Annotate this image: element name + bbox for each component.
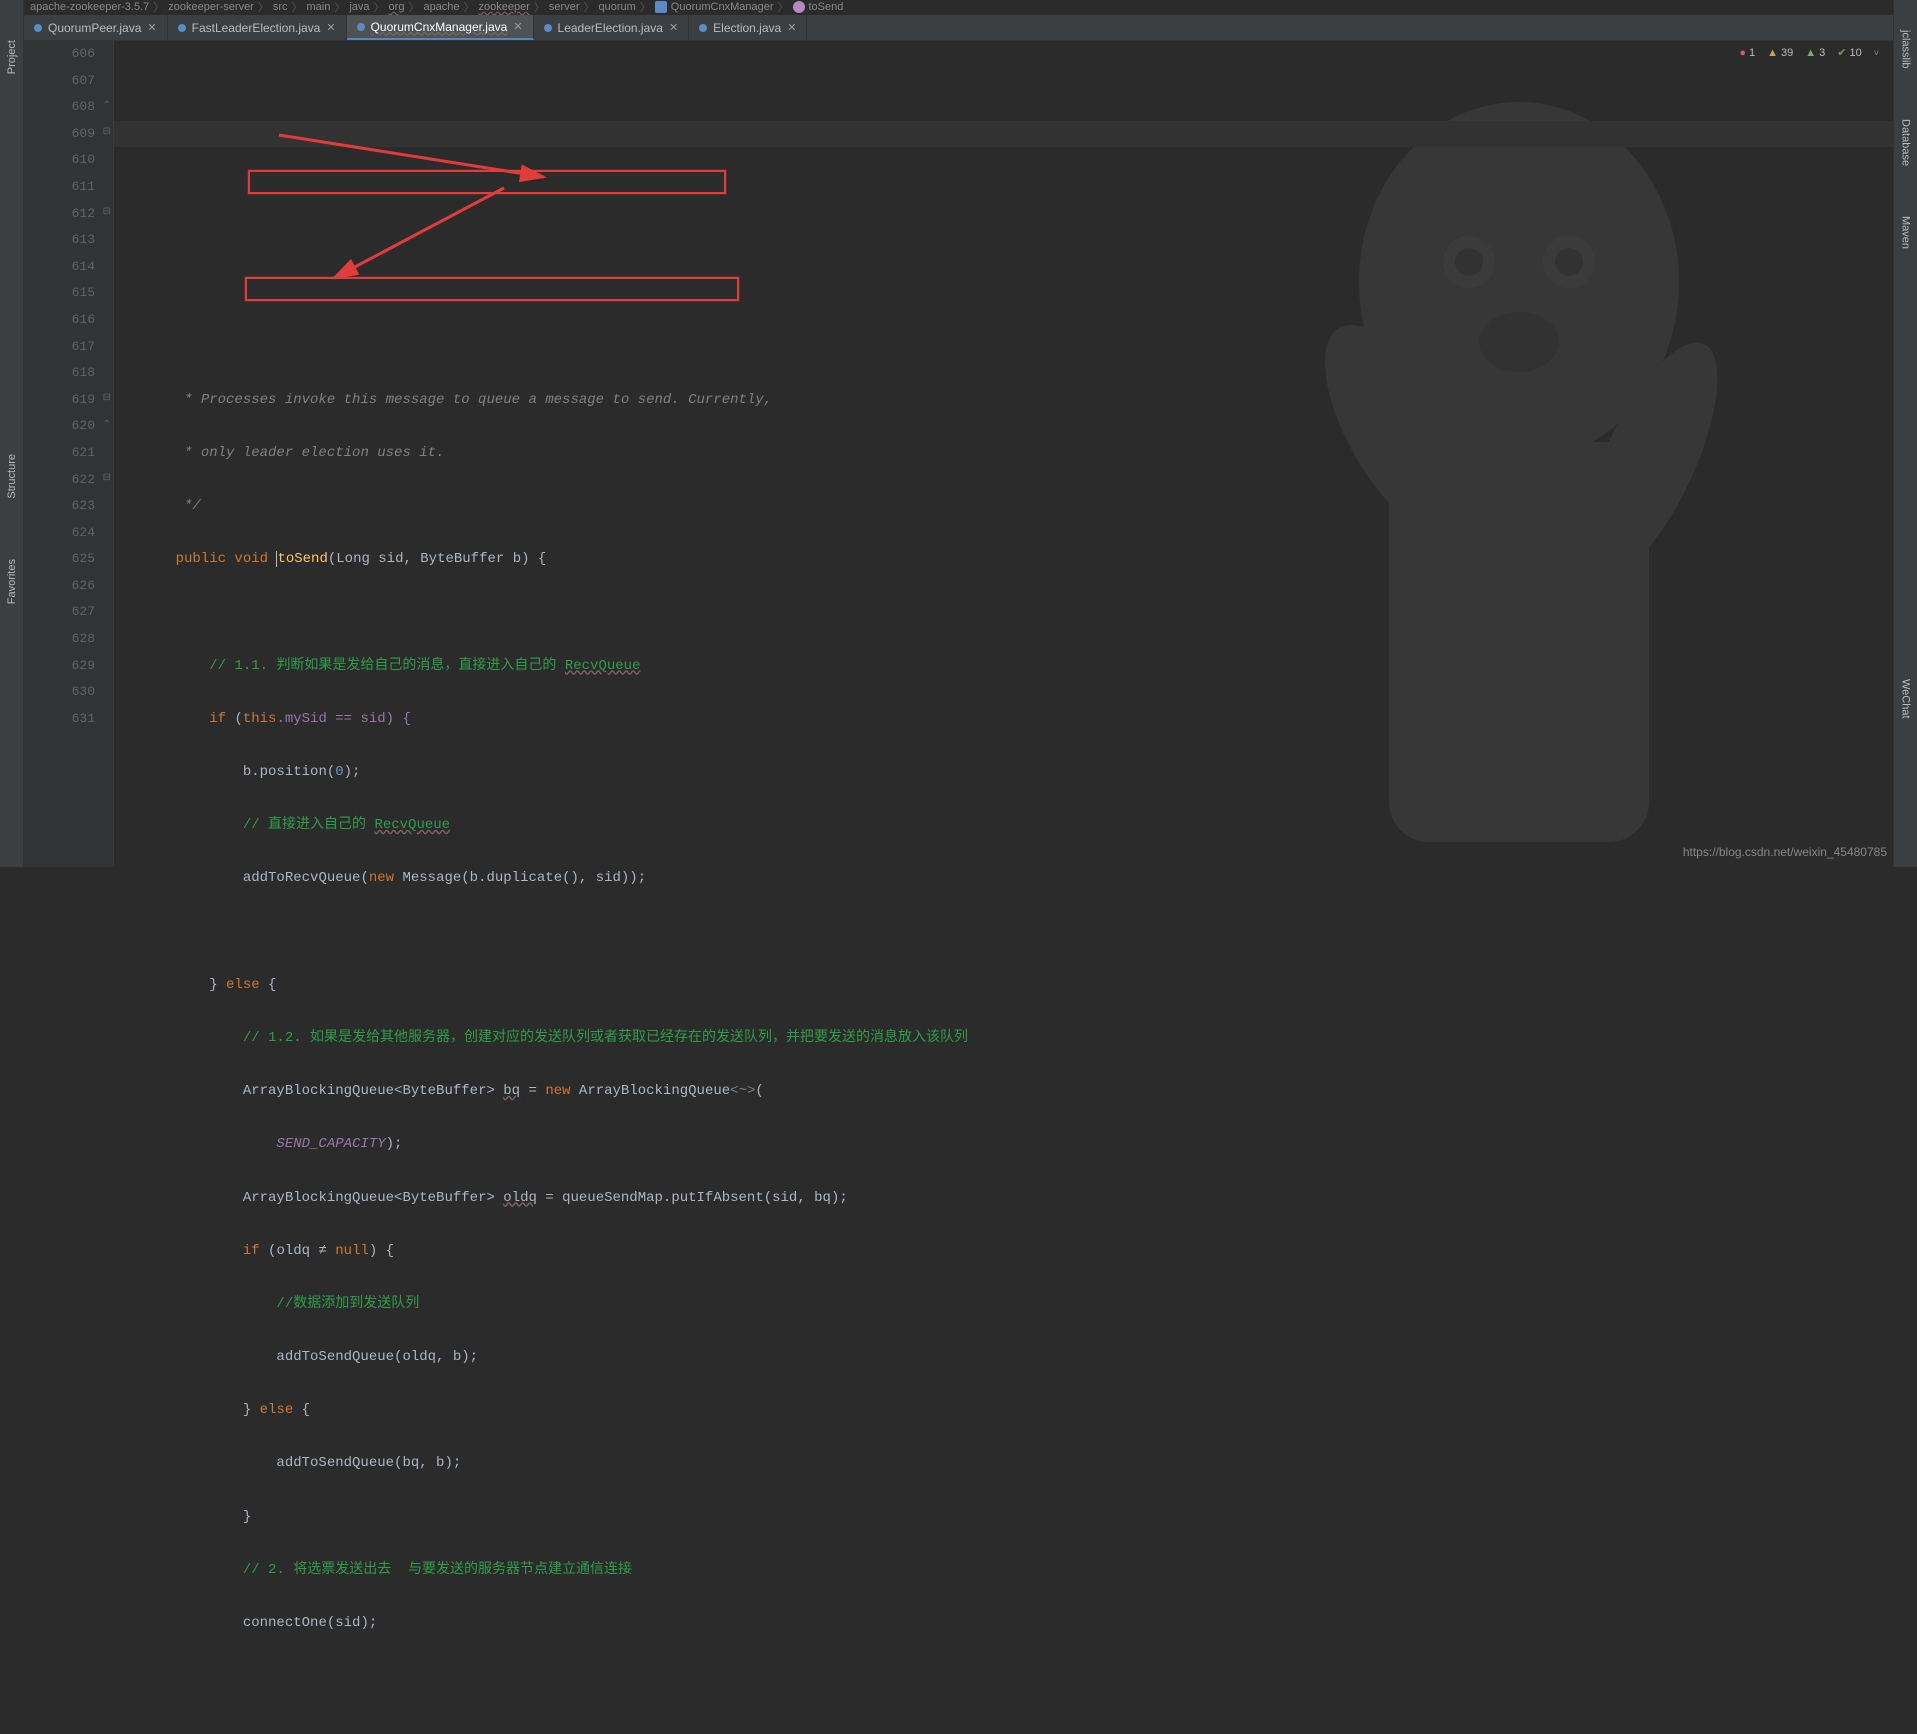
close-icon[interactable]: ✕: [669, 21, 678, 34]
bc-item[interactable]: toSend: [809, 1, 844, 13]
gutter[interactable]: 606607 608 ⌃ 609 ⊟ 610611 612 ⊟ 61361461…: [24, 41, 114, 867]
close-icon[interactable]: ✕: [787, 21, 796, 34]
ok-icon: ✔: [1837, 46, 1846, 59]
tool-maven[interactable]: Maven: [1900, 216, 1912, 249]
bc-item[interactable]: org: [389, 1, 405, 13]
tab-leader-election[interactable]: LeaderElection.java ✕: [534, 15, 690, 40]
left-tool-strip: Project Structure Favorites: [0, 0, 24, 867]
tab-election[interactable]: Election.java ✕: [689, 15, 807, 40]
tool-structure[interactable]: Structure: [6, 454, 18, 499]
annotation-box: [245, 277, 739, 301]
editor[interactable]: 606607 608 ⌃ 609 ⊟ 610611 612 ⊟ 61361461…: [24, 41, 1893, 867]
right-tool-strip: jclasslib Database Maven WeChat: [1893, 0, 1917, 867]
tool-jclasslib[interactable]: jclasslib: [1900, 30, 1912, 69]
bc-item[interactable]: zookeeper-server: [168, 1, 254, 13]
bc-item[interactable]: zookeeper: [479, 1, 530, 13]
error-icon: ●: [1739, 47, 1746, 59]
fold-icon[interactable]: ⊟: [103, 200, 111, 227]
bc-item[interactable]: quorum: [598, 1, 635, 13]
fold-icon[interactable]: ⊟: [103, 386, 111, 413]
editor-tabs: QuorumPeer.java ✕ FastLeaderElection.java…: [24, 15, 1893, 41]
fold-end-icon[interactable]: ⌃: [103, 94, 111, 121]
tab-label: Election.java: [713, 21, 781, 35]
java-class-icon: [178, 24, 186, 32]
tab-label: QuorumCnxManager.java: [371, 20, 508, 34]
bc-item[interactable]: apache: [423, 1, 459, 13]
tool-wechat[interactable]: WeChat: [1900, 679, 1912, 719]
java-class-icon: [34, 24, 42, 32]
java-class-icon: [544, 24, 552, 32]
close-icon[interactable]: ✕: [147, 21, 156, 34]
bc-item[interactable]: main: [307, 1, 331, 13]
bc-item[interactable]: src: [273, 1, 288, 13]
close-icon[interactable]: ✕: [513, 20, 522, 33]
annotation-box: [248, 170, 726, 194]
error-count: 1: [1749, 47, 1755, 59]
fold-icon[interactable]: ⊟: [103, 466, 111, 493]
bc-item[interactable]: server: [549, 1, 580, 13]
tool-favorites[interactable]: Favorites: [6, 559, 18, 604]
ok-count: 10: [1849, 47, 1861, 59]
method-icon: [793, 1, 805, 13]
annotation-arrow: [324, 183, 524, 283]
warning-icon: ▲: [1767, 47, 1778, 59]
tab-label: QuorumPeer.java: [48, 21, 141, 35]
code-area[interactable]: * Processes invoke this message to queue…: [114, 41, 1893, 867]
bc-item[interactable]: apache-zookeeper-3.5.7: [30, 1, 149, 13]
fold-icon[interactable]: ⊟: [103, 120, 111, 147]
typo-count: 3: [1819, 47, 1825, 59]
warning-count: 39: [1781, 47, 1793, 59]
fold-end-icon[interactable]: ⌃: [103, 413, 111, 440]
close-icon[interactable]: ✕: [326, 21, 335, 34]
tab-label: LeaderElection.java: [558, 21, 663, 35]
tab-quorum-cnx-manager[interactable]: QuorumCnxManager.java ✕: [347, 15, 534, 40]
chevron-down-icon[interactable]: ˅: [1874, 48, 1879, 58]
class-icon: [655, 1, 667, 13]
tab-quorum-peer[interactable]: QuorumPeer.java ✕: [24, 15, 168, 40]
breadcrumb: apache-zookeeper-3.5.7〉 zookeeper-server…: [24, 0, 843, 14]
bc-item[interactable]: QuorumCnxManager: [671, 1, 774, 13]
java-class-icon: [357, 23, 365, 31]
typo-icon: ▲: [1805, 47, 1816, 59]
watermark: https://blog.csdn.net/weixin_45480785: [1683, 845, 1887, 859]
tool-project[interactable]: Project: [6, 40, 18, 74]
bc-item[interactable]: java: [349, 1, 369, 13]
inspection-status[interactable]: ●1 ▲39 ▲3 ✔10 ˅: [1739, 46, 1879, 59]
tab-fast-leader-election[interactable]: FastLeaderElection.java ✕: [168, 15, 347, 40]
java-class-icon: [699, 24, 707, 32]
tool-database[interactable]: Database: [1900, 119, 1912, 166]
tab-label: FastLeaderElection.java: [192, 21, 321, 35]
